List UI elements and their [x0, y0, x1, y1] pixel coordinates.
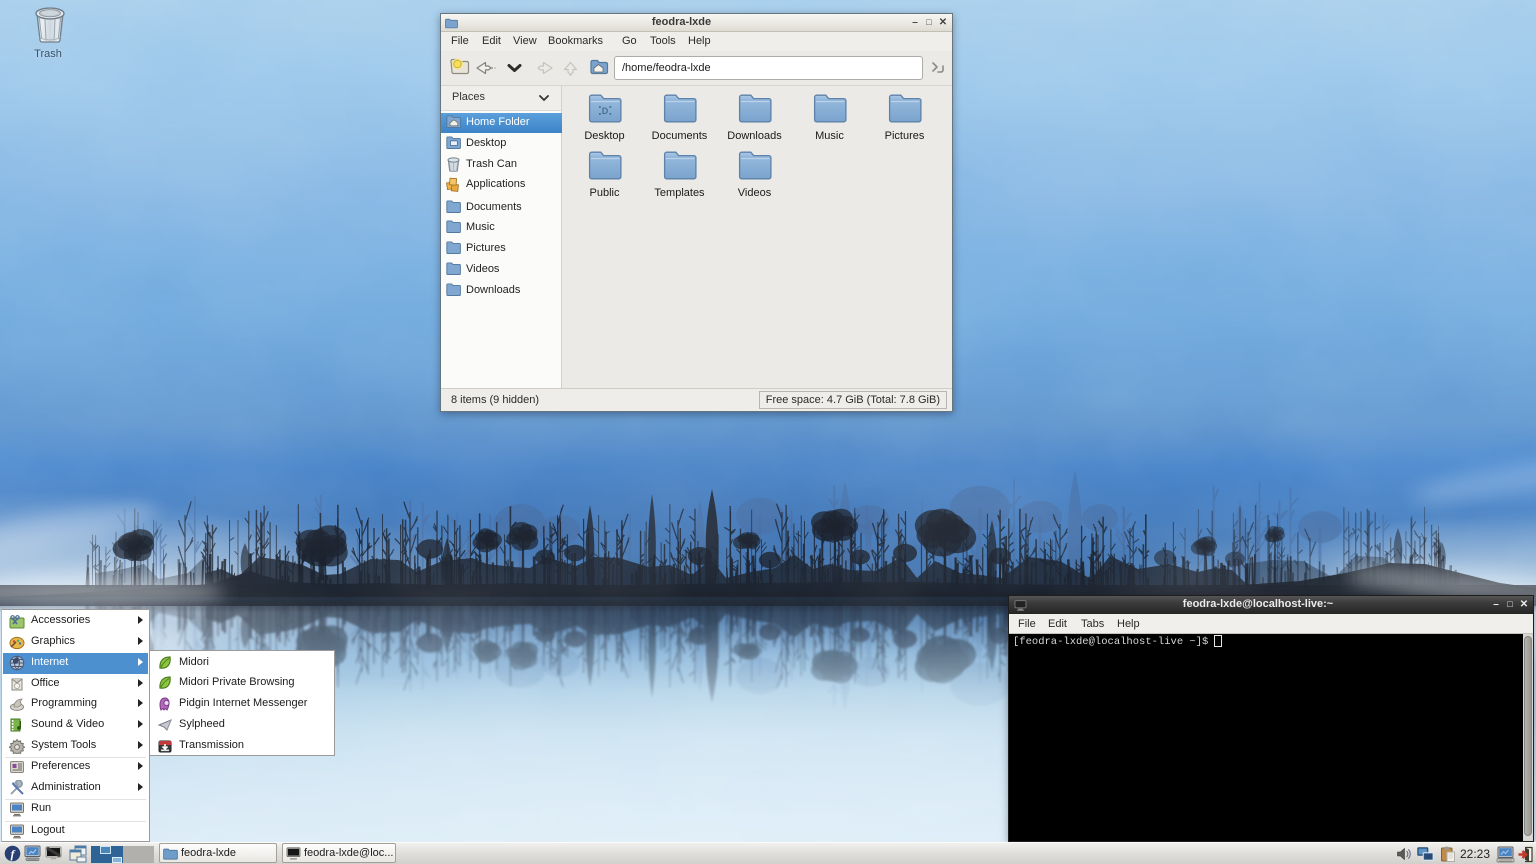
svg-text:D: D [601, 106, 608, 116]
